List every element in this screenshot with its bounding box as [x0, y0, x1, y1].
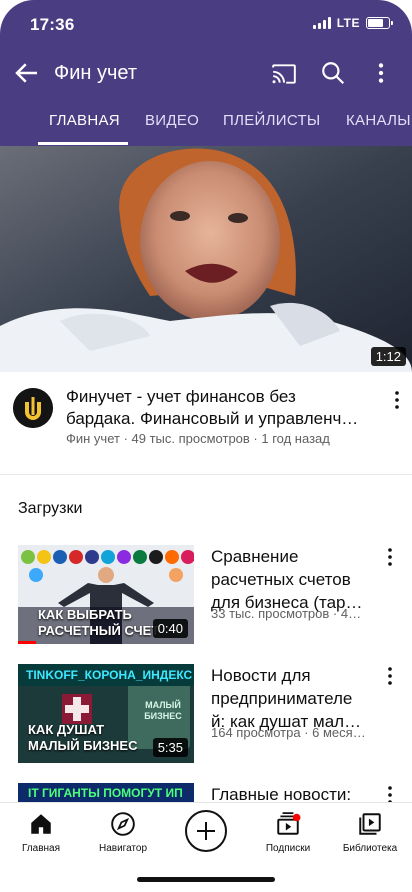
tab-home[interactable]: ГЛАВНАЯ [49, 112, 120, 129]
thumbnail-board-text: МАЛЫЙ БИЗНЕС [144, 700, 182, 721]
active-tab-indicator [38, 142, 128, 145]
create-button[interactable] [185, 810, 227, 852]
featured-video-info[interactable]: Финучет - учет финансов без бардака. Фин… [0, 372, 412, 460]
cast-icon[interactable] [271, 61, 297, 87]
back-arrow-icon[interactable] [12, 58, 42, 88]
featured-video-frame [0, 146, 412, 372]
tab-channels[interactable]: КАНАЛЫ [346, 112, 411, 129]
battery-icon [366, 17, 393, 29]
video-duration: 5:35 [152, 738, 188, 757]
compass-icon [111, 812, 135, 836]
featured-duration: 1:12 [370, 347, 406, 366]
video-meta: 33 тыс. просмотров · 4… [211, 606, 362, 621]
search-icon[interactable] [320, 60, 346, 86]
video-meta: 164 просмотра · 6 меся… [211, 725, 366, 740]
video-title[interactable]: Новости для предпринимателе й: как душат… [211, 664, 381, 733]
status-indicators: LTE [312, 16, 393, 30]
thumbnail-caption: РАСЧЕТНЫЙ СЧЕТ [38, 623, 160, 638]
thumbnail-caption: КАК ВЫБРАТЬ [38, 607, 132, 622]
more-vert-icon[interactable] [382, 665, 398, 687]
tab-playlists[interactable]: ПЛЕЙЛИСТЫ [223, 112, 321, 129]
video-thumbnail[interactable]: TINKOFF_КОРОНА_ИНДЕКС МАЛЫЙ БИЗНЕС КАК Д… [18, 664, 194, 763]
app-bar: Фин учет [0, 52, 412, 96]
list-item[interactable]: КАК ВЫБРАТЬ РАСЧЕТНЫЙ СЧЕТ 0:40 Сравнени… [0, 545, 412, 649]
more-vert-icon[interactable] [368, 60, 394, 86]
nav-home[interactable]: Главная [0, 811, 82, 854]
channel-tabs: ГЛАВНАЯ ВИДЕО ПЛЕЙЛИСТЫ КАНАЛЫ [0, 100, 412, 146]
section-divider [0, 474, 412, 475]
thumbnail-banner: IT ГИГАНТЫ ПОМОГУТ ИП [28, 786, 183, 800]
home-icon [31, 814, 51, 834]
list-item[interactable]: TINKOFF_КОРОНА_ИНДЕКС МАЛЫЙ БИЗНЕС КАК Д… [0, 664, 412, 768]
page-title: Фин учет [54, 62, 138, 84]
subscriptions-icon [277, 812, 301, 835]
finuchet-logo-icon[interactable] [13, 388, 53, 428]
status-time: 17:36 [30, 15, 75, 34]
section-title: Загрузки [18, 500, 83, 517]
library-icon [359, 813, 381, 835]
thumbnail-caption: КАК ДУШАТ [28, 722, 105, 737]
channel-header: 17:36 LTE Фин учет ГЛАВНАЯ ВИДЕО ПЛЕЙЛИС… [0, 0, 412, 146]
status-bar: 17:36 LTE [0, 0, 412, 50]
nav-library[interactable]: Библиотека [329, 811, 411, 854]
nav-subscriptions[interactable]: Подписки [247, 811, 329, 854]
featured-meta: Фин учет · 49 тыс. просмотров · 1 год на… [66, 431, 330, 446]
video-duration: 0:40 [152, 619, 188, 638]
create-plus-icon [197, 822, 215, 840]
video-thumbnail[interactable]: IT ГИГАНТЫ ПОМОГУТ ИП [18, 783, 194, 802]
thumbnail-banner: TINKOFF_КОРОНА_ИНДЕКС [26, 668, 193, 682]
nav-explore[interactable]: Навигатор [82, 811, 164, 854]
signal-icon [312, 17, 331, 29]
phone-screen: 17:36 LTE Фин учет ГЛАВНАЯ ВИДЕО ПЛЕЙЛИС… [0, 0, 412, 892]
featured-title[interactable]: Финучет - учет финансов без бардака. Фин… [66, 386, 376, 430]
video-thumbnail[interactable]: КАК ВЫБРАТЬ РАСЧЕТНЫЙ СЧЕТ 0:40 [18, 545, 194, 644]
featured-video-player[interactable]: 1:12 [0, 146, 412, 372]
more-vert-icon[interactable] [389, 389, 405, 411]
tab-videos[interactable]: ВИДЕО [145, 112, 199, 129]
home-indicator[interactable] [137, 877, 275, 882]
watch-progress-bar [18, 641, 36, 644]
network-label: LTE [336, 16, 360, 30]
video-title[interactable]: Сравнение расчетных счетов для бизнеса (… [211, 545, 381, 614]
more-vert-icon[interactable] [382, 546, 398, 568]
thumbnail-caption: МАЛЫЙ БИЗНЕС [28, 738, 138, 753]
